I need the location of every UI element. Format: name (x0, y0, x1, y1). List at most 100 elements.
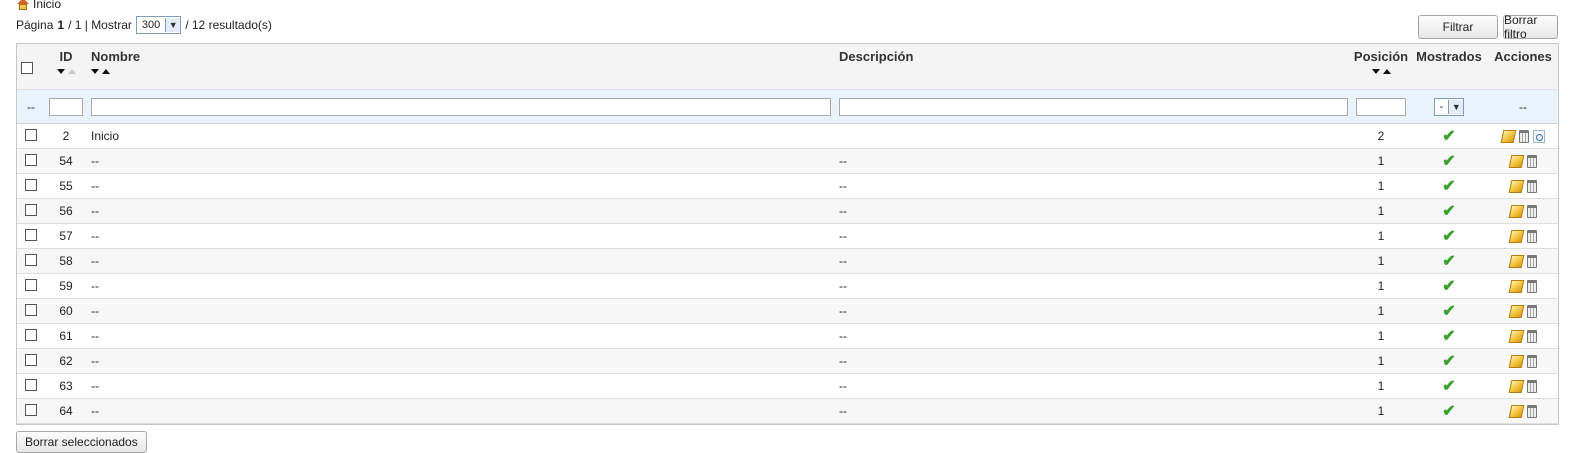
edit-icon[interactable] (1508, 229, 1524, 243)
edit-icon[interactable] (1508, 379, 1524, 393)
table-row[interactable]: 64 -- -- 1 ✔ (17, 398, 1558, 424)
delete-icon[interactable] (1526, 154, 1537, 168)
filter-button[interactable]: Filtrar (1418, 15, 1498, 39)
delete-icon[interactable] (1526, 304, 1537, 318)
edit-icon[interactable] (1508, 304, 1524, 318)
column-id-label: ID (59, 49, 73, 64)
clear-filter-button[interactable]: Borrar filtro (1503, 13, 1558, 41)
check-icon[interactable]: ✔ (1442, 278, 1455, 295)
column-id[interactable]: ID (45, 44, 87, 90)
filter-row: -- - ▼ -- (17, 89, 1558, 124)
sort-asc-icon[interactable] (67, 68, 76, 74)
breadcrumb-label[interactable]: Inicio (33, 0, 61, 11)
delete-icon[interactable] (1526, 404, 1537, 418)
check-icon[interactable]: ✔ (1442, 403, 1455, 420)
filter-id-input[interactable] (49, 97, 83, 116)
filter-description-input[interactable] (839, 97, 1348, 116)
delete-icon[interactable] (1526, 179, 1537, 193)
column-name[interactable]: Nombre (87, 44, 835, 90)
check-icon[interactable]: ✔ (1442, 353, 1455, 370)
edit-icon[interactable] (1508, 354, 1524, 368)
delete-icon[interactable] (1526, 354, 1537, 368)
page-size-select[interactable]: 300 ▼ (135, 16, 182, 34)
row-shown: ✔ (1410, 373, 1488, 399)
table-row[interactable]: 63 -- -- 1 ✔ (17, 373, 1558, 399)
row-checkbox[interactable] (25, 353, 37, 366)
row-position: 1 (1352, 373, 1410, 399)
delete-icon[interactable] (1526, 329, 1537, 343)
row-position: 1 (1352, 198, 1410, 224)
row-checkbox[interactable] (25, 153, 37, 166)
delete-icon[interactable] (1526, 204, 1537, 218)
delete-icon[interactable] (1526, 279, 1537, 293)
delete-icon[interactable] (1526, 254, 1537, 268)
row-description: -- (835, 148, 1352, 174)
edit-icon[interactable] (1508, 254, 1524, 268)
edit-icon[interactable] (1508, 329, 1524, 343)
sort-desc-icon[interactable] (1371, 68, 1380, 74)
home-icon[interactable] (16, 0, 30, 10)
check-icon[interactable]: ✔ (1442, 128, 1455, 145)
row-checkbox[interactable] (25, 228, 37, 241)
results-count: / 12 resultado(s) (185, 18, 272, 32)
view-icon[interactable] (1532, 129, 1545, 143)
edit-icon[interactable] (1508, 204, 1524, 218)
row-select-cell (17, 148, 45, 174)
edit-icon[interactable] (1508, 154, 1524, 168)
table-row[interactable]: 60 -- -- 1 ✔ (17, 298, 1558, 324)
row-checkbox[interactable] (25, 278, 37, 291)
chevron-down-icon[interactable]: ▼ (1448, 99, 1464, 114)
column-shown: Mostrados (1410, 44, 1488, 90)
check-icon[interactable]: ✔ (1442, 228, 1455, 245)
table-row[interactable]: 59 -- -- 1 ✔ (17, 273, 1558, 299)
delete-selected-button[interactable]: Borrar seleccionados (16, 431, 147, 453)
check-icon[interactable]: ✔ (1442, 303, 1455, 320)
delete-icon[interactable] (1526, 379, 1537, 393)
row-position: 1 (1352, 298, 1410, 324)
row-shown: ✔ (1410, 323, 1488, 349)
table-row[interactable]: 58 -- -- 1 ✔ (17, 248, 1558, 274)
row-checkbox[interactable] (25, 328, 37, 341)
row-checkbox[interactable] (25, 303, 37, 316)
row-shown: ✔ (1410, 348, 1488, 374)
delete-icon[interactable] (1526, 229, 1537, 243)
check-icon[interactable]: ✔ (1442, 253, 1455, 270)
row-id: 57 (45, 223, 87, 249)
row-checkbox[interactable] (25, 378, 37, 391)
table-row[interactable]: 57 -- -- 1 ✔ (17, 223, 1558, 249)
edit-icon[interactable] (1508, 404, 1524, 418)
table-row[interactable]: 61 -- -- 1 ✔ (17, 323, 1558, 349)
select-all-checkbox[interactable] (21, 61, 33, 74)
table-row[interactable]: 56 -- -- 1 ✔ (17, 198, 1558, 224)
check-icon[interactable]: ✔ (1442, 378, 1455, 395)
table-row[interactable]: 54 -- -- 1 ✔ (17, 148, 1558, 174)
filter-position-input[interactable] (1356, 97, 1406, 116)
row-checkbox[interactable] (25, 253, 37, 266)
chevron-down-icon[interactable]: ▼ (165, 18, 181, 32)
sort-desc-icon[interactable] (56, 68, 65, 74)
sort-asc-icon[interactable] (102, 68, 110, 74)
row-checkbox[interactable] (25, 403, 37, 416)
row-checkbox[interactable] (25, 178, 37, 191)
check-icon[interactable]: ✔ (1442, 203, 1455, 220)
check-icon[interactable]: ✔ (1442, 328, 1455, 345)
table-row[interactable]: 62 -- -- 1 ✔ (17, 348, 1558, 374)
edit-icon[interactable] (1508, 179, 1524, 193)
column-position[interactable]: Posición (1352, 44, 1410, 90)
row-id: 59 (45, 273, 87, 299)
delete-icon[interactable] (1518, 129, 1529, 143)
filter-name-input[interactable] (91, 97, 831, 116)
table-row[interactable]: 55 -- -- 1 ✔ (17, 173, 1558, 199)
table-row[interactable]: 2 Inicio 2 ✔ (17, 123, 1558, 149)
sort-desc-icon[interactable] (91, 68, 99, 74)
sort-asc-icon[interactable] (1382, 68, 1391, 74)
filter-actions-cell: -- (1488, 89, 1558, 124)
check-icon[interactable]: ✔ (1442, 178, 1455, 195)
row-position: 2 (1352, 123, 1410, 149)
row-checkbox[interactable] (25, 203, 37, 216)
edit-icon[interactable] (1500, 129, 1516, 143)
check-icon[interactable]: ✔ (1442, 153, 1455, 170)
row-checkbox[interactable] (25, 128, 37, 141)
edit-icon[interactable] (1508, 279, 1524, 293)
filter-shown-select[interactable]: - ▼ (1433, 97, 1465, 116)
